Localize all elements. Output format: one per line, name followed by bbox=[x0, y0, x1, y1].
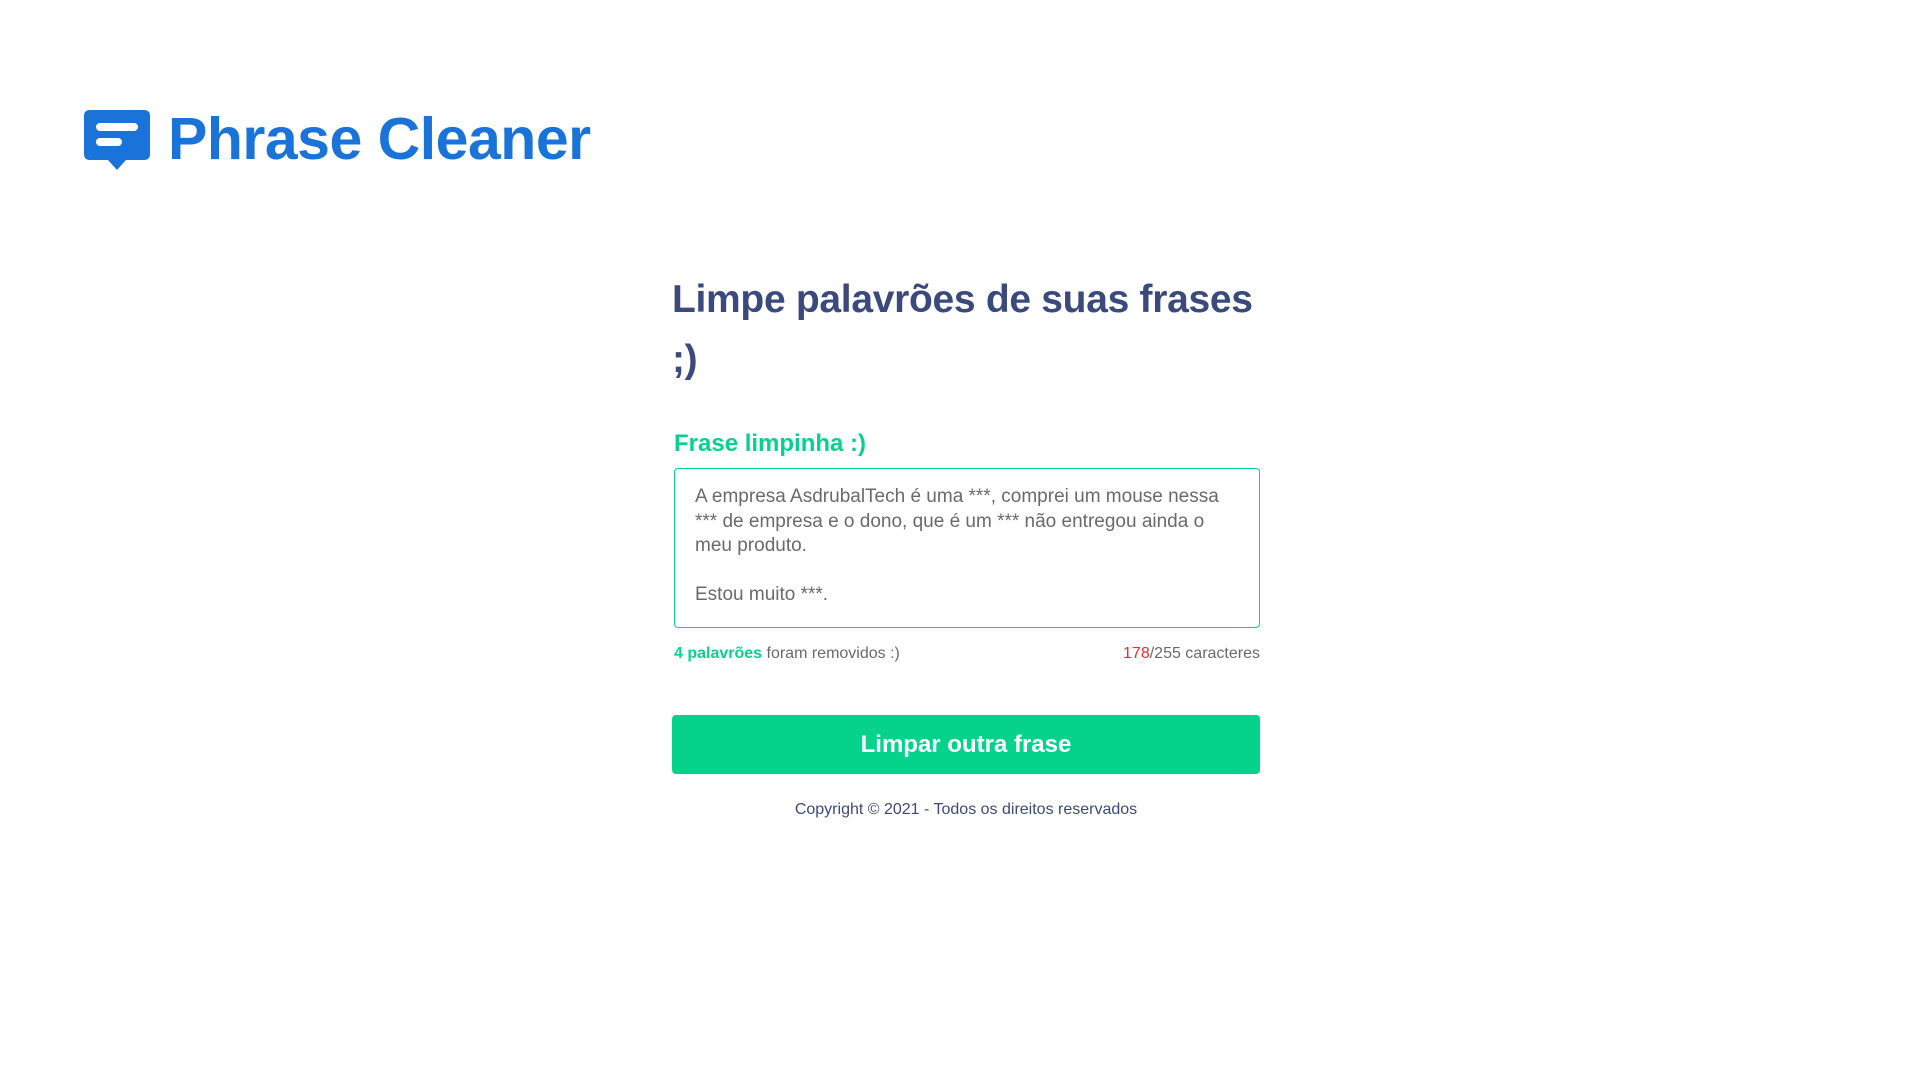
character-count: 178 bbox=[1123, 645, 1150, 662]
chat-message-icon bbox=[84, 110, 150, 170]
removed-words-count: 4 palavrões bbox=[674, 645, 763, 662]
page-title: Limpe palavrões de suas frases ;) bbox=[672, 278, 1253, 381]
result-label: Frase limpinha :) bbox=[674, 430, 867, 457]
clean-another-phrase-button[interactable]: Limpar outra frase bbox=[672, 715, 1260, 774]
main-content: Limpe palavrões de suas frases ;) Frase … bbox=[672, 270, 1260, 819]
character-counter: 178/255 caracteres bbox=[1123, 645, 1260, 663]
result-meta: 4 palavrões foram removidos :) 178/255 c… bbox=[674, 645, 1260, 663]
cleaned-phrase-field[interactable]: A empresa AsdrubalTech é uma ***, compre… bbox=[674, 468, 1260, 628]
character-limit: /255 caracteres bbox=[1149, 645, 1260, 662]
copyright-footer: Copyright © 2021 - Todos os direitos res… bbox=[794, 801, 1138, 818]
removed-words-suffix: foram removidos :) bbox=[762, 645, 900, 662]
app-header: Phrase Cleaner bbox=[82, 102, 591, 176]
brand-name[interactable]: Phrase Cleaner bbox=[168, 105, 591, 173]
removed-words-info: 4 palavrões foram removidos :) bbox=[674, 645, 900, 663]
